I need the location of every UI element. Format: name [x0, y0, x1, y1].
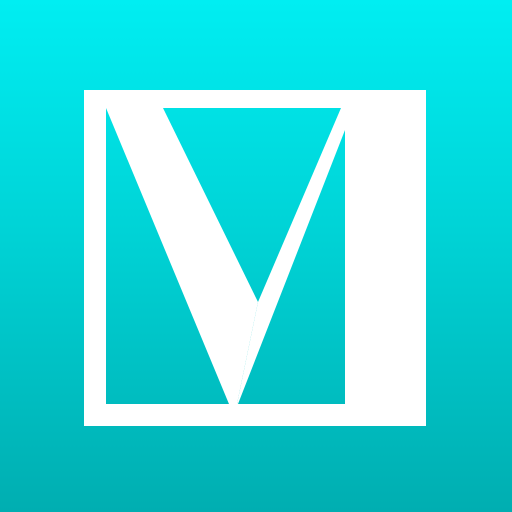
- m-logo-left-stroke: [106, 108, 258, 404]
- m-logo-right-stroke: [237, 108, 345, 404]
- app-icon: [0, 0, 512, 512]
- m-logo-icon: [84, 90, 426, 426]
